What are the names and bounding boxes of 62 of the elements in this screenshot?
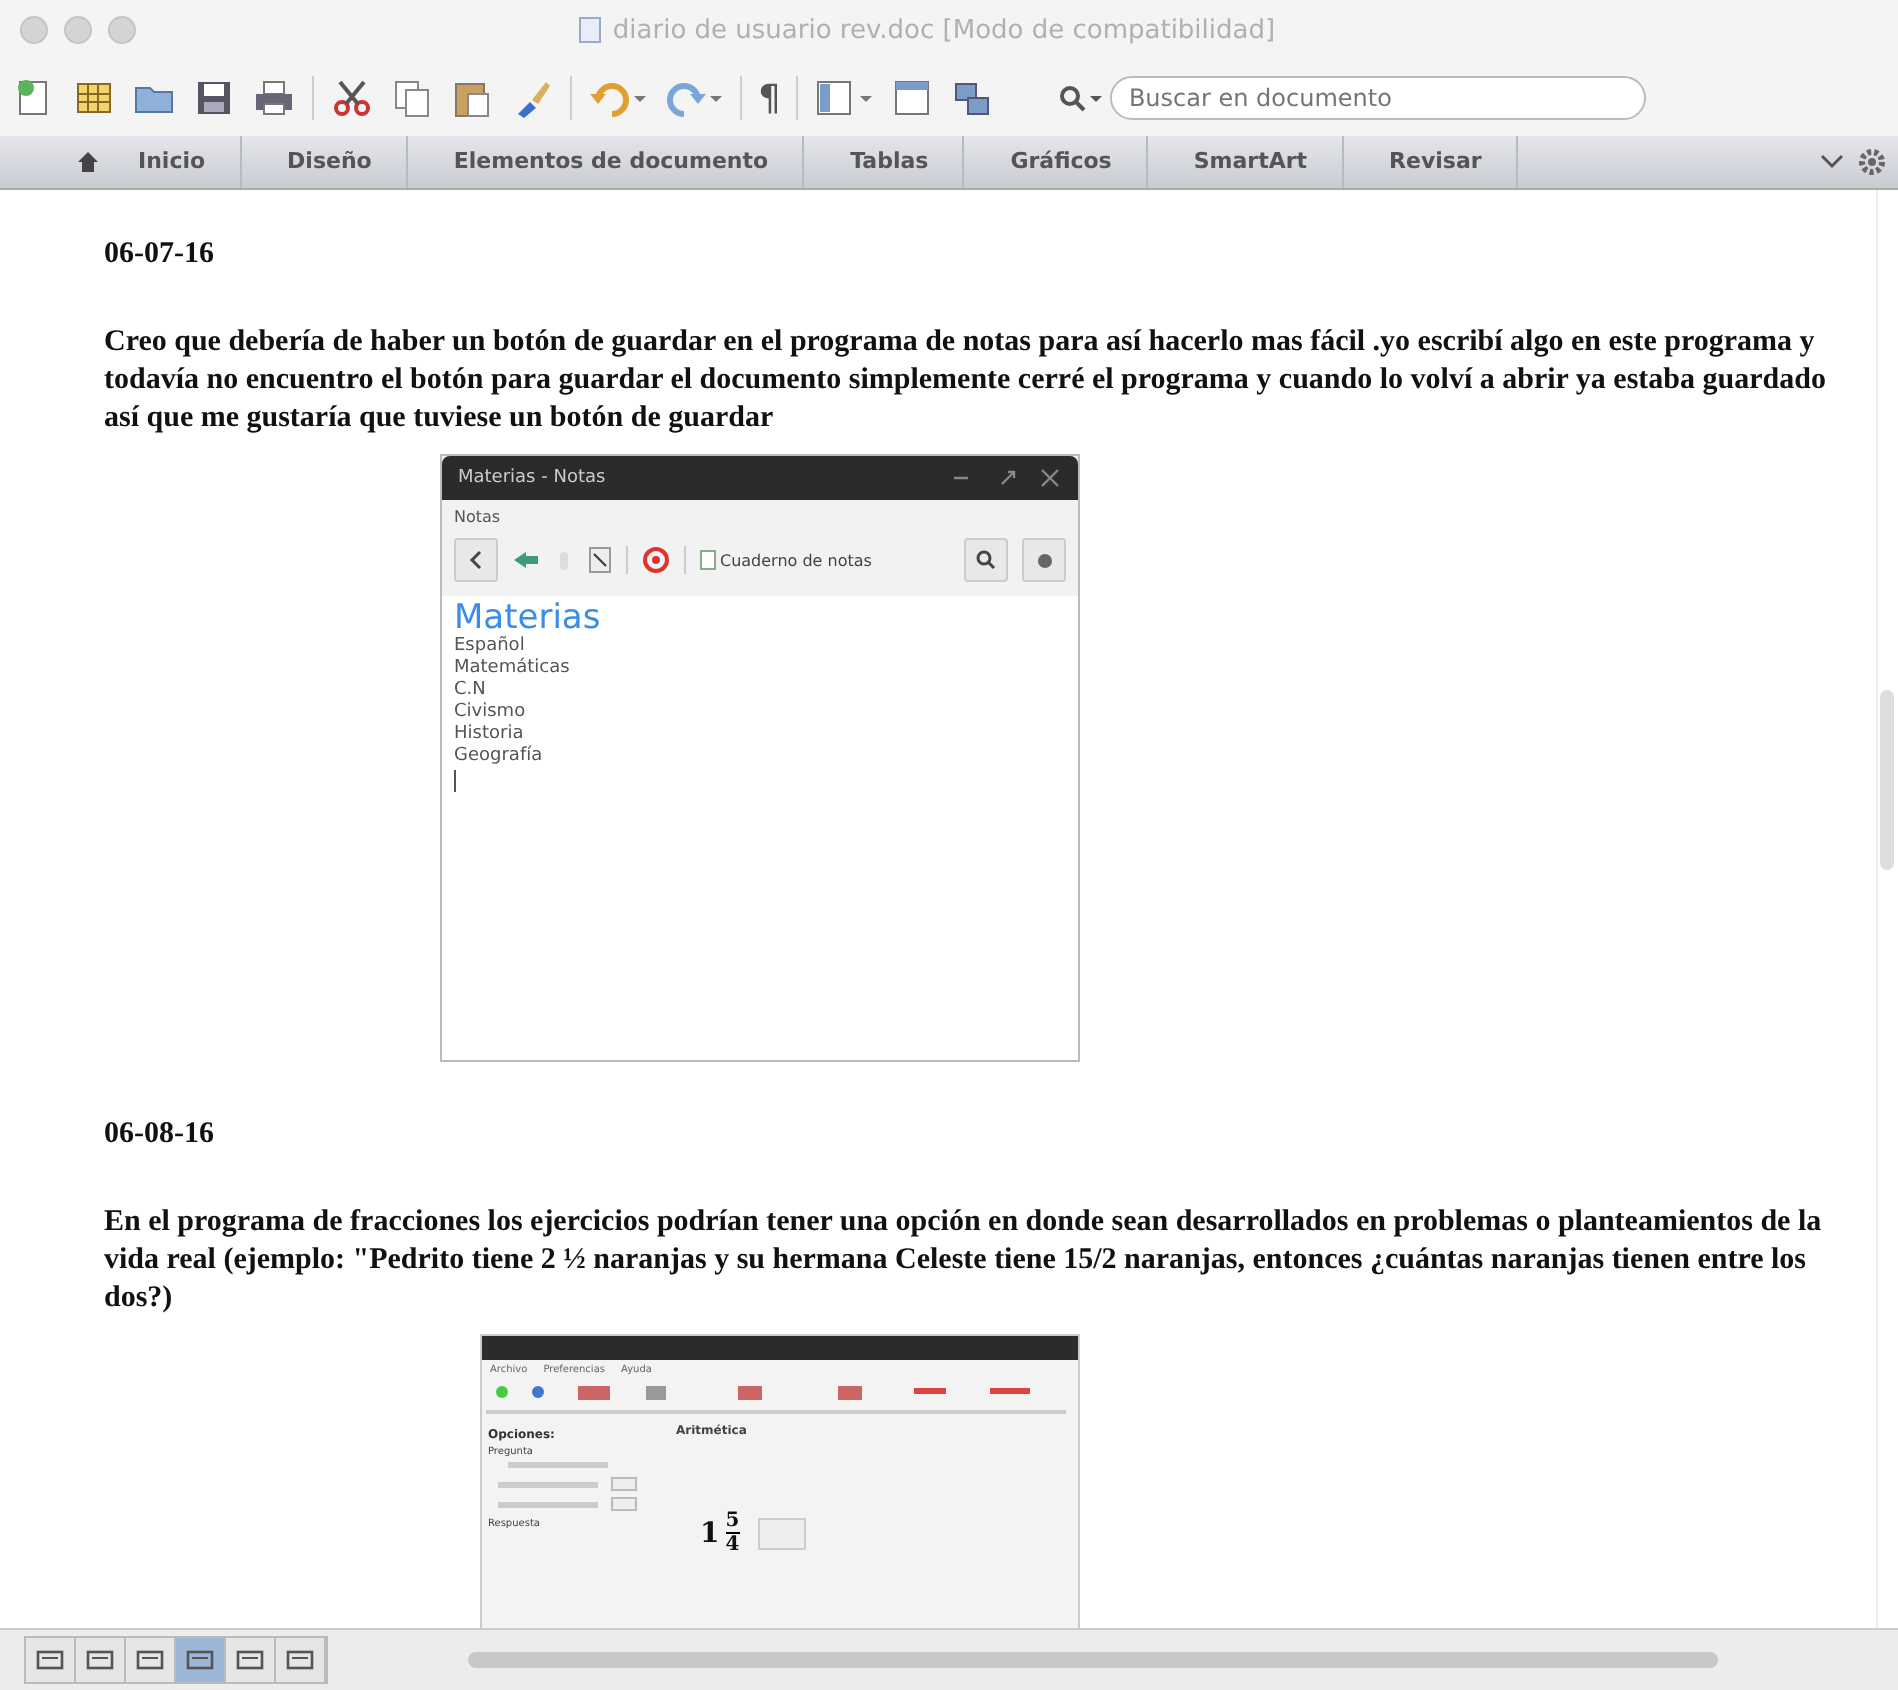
note-line: Español [454,636,525,657]
view-button[interactable] [26,1638,76,1682]
page-view-icon [34,1648,66,1672]
home-icon [76,150,100,174]
arrow-icon[interactable] [512,550,540,570]
ribbon-tab[interactable]: Inicio [104,136,242,188]
page-view-icon [84,1648,116,1672]
note-line: Historia [454,724,524,745]
entry-date: 06-07-16 [104,238,216,272]
notebook-button[interactable]: Cuaderno de notas [700,550,872,570]
note-line: C.N [454,680,486,702]
page-view-icon [284,1648,316,1672]
stop-icon[interactable] [642,546,670,574]
copy-icon[interactable] [390,76,434,120]
view-button[interactable] [176,1638,226,1682]
whole-number: 1 [700,1517,720,1549]
note-line: Matemáticas [454,658,570,680]
save-icon[interactable] [192,76,236,120]
sidebar-icon[interactable] [814,76,875,120]
search-icon[interactable] [1058,84,1107,112]
entry-date: 06-08-16 [104,1118,216,1152]
ribbon-tab[interactable]: Gráficos [976,136,1148,188]
document-icon [578,16,603,44]
notebook-icon [700,550,716,570]
entry-paragraph: Creo que debería de haber un botón de guardar en el programa de notas para así hacerlo mas fácil .yo escribí algo en este programa y todavía no encuentro el botón para guardar el documento simplemente cerré el programa y cuando lo volví a abrir ya estaba guardado así que me gustaría que tuviese un botón de guardar [104,324,1828,438]
note-line: Geografía [454,746,543,768]
chevron-icon[interactable] [1818,150,1846,174]
note-icon[interactable] [588,546,612,574]
note-heading: Materias [454,600,601,636]
print-icon[interactable] [252,76,296,120]
entry-paragraph: En el programa de fracciones los ejercicios podrían tener una opción en donde sean desarrollados en problemas o planteamientos de la vida real (ejemplo: "Pedrito tiene 2 ½ naranjas y su hermana Celeste tiene 15/2 naranjas, entonces ¿cuántas naranjas tienen entre los dos?) [104,1204,1824,1318]
view-button[interactable] [226,1638,276,1682]
search-icon [976,550,996,570]
settings-button[interactable] [1022,538,1066,582]
settings-icon[interactable] [1858,148,1886,176]
window-title: diario de usuario rev.doc [Modo de compatibilidad] [612,15,1276,45]
window-controls-icon [950,468,1062,488]
text-cursor [454,770,456,792]
gallery-icon[interactable] [890,76,935,120]
cut-icon[interactable] [330,76,374,120]
view-button[interactable] [76,1638,126,1682]
ribbon-tab[interactable]: Diseño [253,136,408,188]
notes-menu[interactable]: Notas [442,500,513,530]
back-icon [468,550,484,570]
view-button[interactable] [276,1638,326,1682]
ribbon-tab[interactable]: SmartArt [1159,136,1344,188]
notes-window-title: Materias - Notas [458,468,606,488]
back-button[interactable] [454,538,498,582]
page-view-icon [134,1648,166,1672]
denominator: 4 [725,1534,740,1556]
search-button[interactable] [964,538,1008,582]
search-field[interactable]: Buscar en documento [1110,76,1647,120]
note-line: Civismo [454,702,526,724]
view-button[interactable] [126,1638,176,1682]
page-view-icon [234,1648,266,1672]
page-view-icon [184,1648,216,1672]
numerator: 5 [725,1510,740,1534]
vertical-scrollbar[interactable] [1876,190,1898,1628]
ribbon-tab[interactable]: Elementos de documento [419,136,805,188]
ribbon-tab[interactable]: Tablas [816,136,965,188]
ribbon-tab[interactable]: Revisar [1355,136,1518,188]
pilcrow-button[interactable]: ¶ [758,77,781,119]
